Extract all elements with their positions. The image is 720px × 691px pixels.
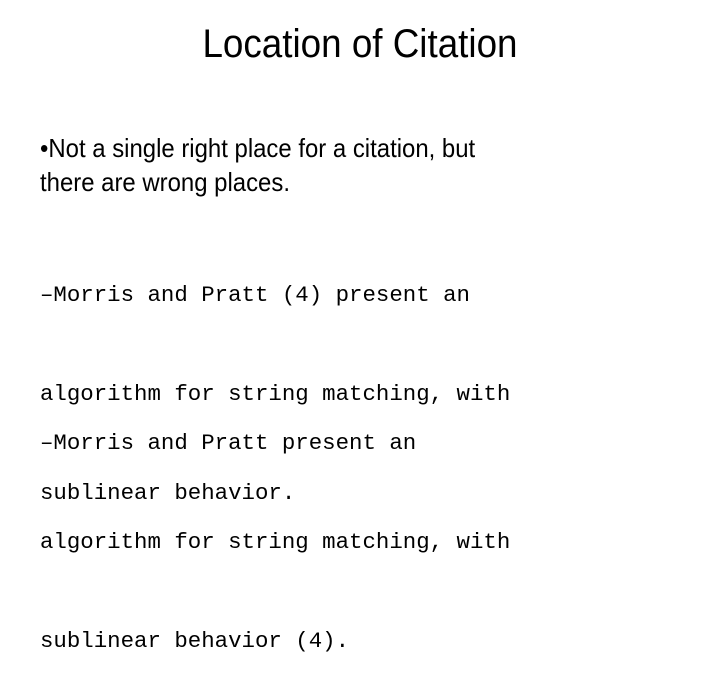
sub-bullet-line: sublinear behavior (4).: [40, 628, 350, 654]
sub-bullet-line: algorithm for string matching, with: [40, 529, 511, 555]
main-bullet: •Not a single right place for a citation…: [40, 131, 610, 199]
sub-bullet-line: –Morris and Pratt present an: [40, 430, 417, 456]
slide-title: Location of Citation: [202, 22, 518, 66]
main-bullet-line: •Not a single right place for a citation…: [40, 133, 476, 163]
sub-bullet-line: –Morris and Pratt (4) present an: [40, 282, 470, 308]
main-bullet-line: there are wrong places.: [40, 167, 290, 197]
sub-bullet-example-2: –Morris and Pratt present an algorithm f…: [40, 361, 700, 691]
